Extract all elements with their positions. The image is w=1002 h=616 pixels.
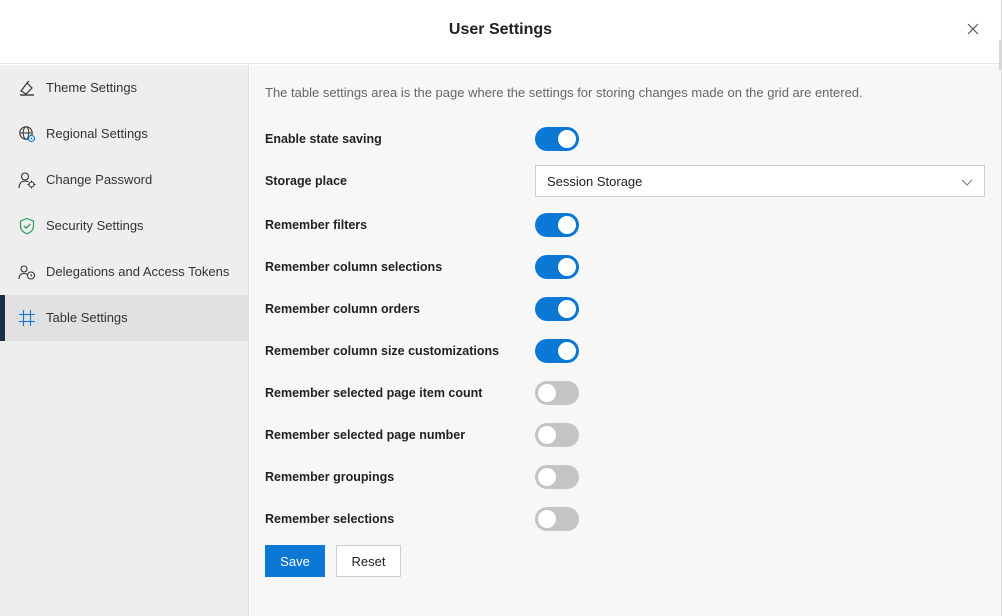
sidebar-item-theme-settings[interactable]: Theme Settings [0, 65, 249, 111]
toggle-knob [558, 300, 576, 318]
storage-place-value: Session Storage [547, 174, 643, 189]
sidebar-item-security-settings[interactable]: Security Settings [0, 203, 249, 249]
setting-row-remember-selected-page-number: Remember selected page number [250, 420, 1001, 450]
remember-selected-page-number-toggle[interactable] [535, 423, 579, 447]
sidebar-item-label: Security Settings [46, 218, 144, 233]
chevron-down-icon [961, 179, 973, 186]
toggle-knob [538, 468, 556, 486]
enable-state-saving-toggle[interactable] [535, 127, 579, 151]
setting-label: Remember selected page item count [265, 386, 483, 400]
setting-label: Remember groupings [265, 470, 395, 484]
remember-selections-toggle[interactable] [535, 507, 579, 531]
setting-label: Remember column size customizations [265, 344, 500, 358]
toggle-knob [558, 216, 576, 234]
setting-label: Remember selections [265, 512, 395, 526]
remember-filters-toggle[interactable] [535, 213, 579, 237]
user-settings-dialog: User Settings Theme Settings Regional Se… [0, 0, 1002, 616]
remember-column-orders-toggle[interactable] [535, 297, 579, 321]
globe-icon [19, 126, 36, 143]
remember-column-selections-toggle[interactable] [535, 255, 579, 279]
setting-row-remember-column-selections: Remember column selections [250, 252, 1001, 282]
sidebar-item-change-password[interactable]: Change Password [0, 157, 249, 203]
toggle-knob [538, 426, 556, 444]
remember-selected-page-item-count-toggle[interactable] [535, 381, 579, 405]
dialog-title: User Settings [448, 21, 553, 38]
setting-row-remember-column-orders: Remember column orders [250, 294, 1001, 324]
sidebar-item-label: Delegations and Access Tokens [46, 264, 230, 279]
sidebar-item-label: Regional Settings [46, 126, 148, 141]
toggle-knob [558, 342, 576, 360]
setting-label: Remember selected page number [265, 428, 466, 442]
close-button[interactable] [962, 18, 984, 40]
setting-row-remember-column-size-customizations: Remember column size customizations [250, 336, 1001, 366]
setting-row-remember-groupings: Remember groupings [250, 462, 1001, 492]
user-key-icon [18, 172, 36, 189]
shield-icon [19, 217, 35, 235]
sidebar-item-regional-settings[interactable]: Regional Settings [0, 111, 249, 157]
toggle-knob [558, 130, 576, 148]
setting-label: Enable state saving [265, 132, 382, 146]
reset-button[interactable]: Reset [336, 545, 401, 577]
setting-label: Remember column selections [265, 260, 443, 274]
table-settings-panel: The table settings area is the page wher… [250, 65, 1001, 616]
toggle-knob [558, 258, 576, 276]
toggle-knob [538, 510, 556, 528]
storage-place-dropdown[interactable]: Session Storage [535, 165, 985, 197]
setting-row-remember-filters: Remember filters [250, 210, 1001, 240]
theme-icon [20, 80, 34, 96]
sidebar-item-label: Table Settings [46, 310, 128, 325]
setting-row-remember-selections: Remember selections [250, 504, 1001, 534]
remember-column-size-customizations-toggle[interactable] [535, 339, 579, 363]
sidebar-item-table-settings[interactable]: Table Settings [0, 295, 249, 341]
setting-label: Storage place [265, 174, 347, 188]
close-icon [967, 23, 979, 35]
setting-row-enable-state-saving: Enable state saving [250, 124, 1001, 154]
grid-icon [19, 310, 35, 326]
setting-label: Remember column orders [265, 302, 420, 316]
sidebar-item-label: Change Password [46, 172, 153, 187]
dialog-header: User Settings [0, 0, 1001, 64]
toggle-knob [538, 384, 556, 402]
people-icon [18, 265, 36, 280]
setting-label: Remember filters [265, 218, 368, 232]
page-description: The table settings area is the page wher… [265, 85, 863, 100]
sidebar-item-delegations-and-access-tokens[interactable]: Delegations and Access Tokens [0, 249, 249, 295]
save-button[interactable]: Save [265, 545, 325, 577]
setting-row-remember-selected-page-item-count: Remember selected page item count [250, 378, 1001, 408]
remember-groupings-toggle[interactable] [535, 465, 579, 489]
settings-sidebar: Theme Settings Regional Settings Change … [0, 65, 249, 616]
sidebar-item-label: Theme Settings [46, 80, 138, 95]
